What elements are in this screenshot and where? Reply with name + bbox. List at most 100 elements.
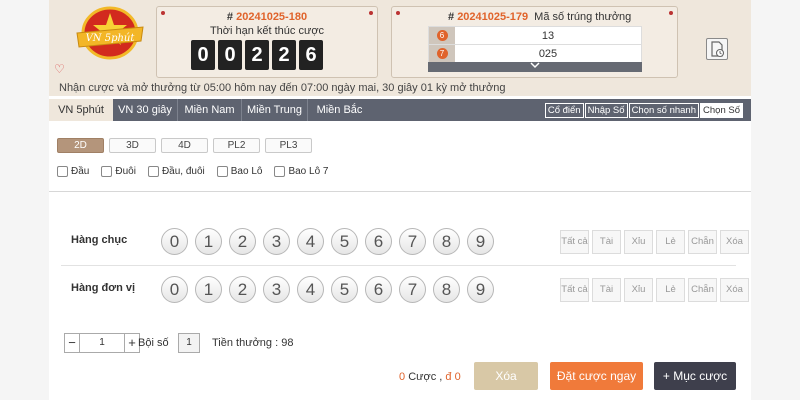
number-ball[interactable]: 5	[331, 276, 358, 303]
quick-small-button[interactable]: Xỉu	[624, 278, 653, 302]
previous-result-box: # 20241025-179 Mã số trúng thưởng 6 13 7 …	[391, 6, 678, 78]
number-ball[interactable]: 7	[399, 276, 426, 303]
tab-mien-trung[interactable]: Miền Trung	[241, 99, 307, 121]
bet-options: Đầu Đuôi Đầu, đuôi Bao Lô Bao Lô 7	[57, 166, 341, 177]
option-dau[interactable]: Đầu	[57, 166, 89, 177]
mode-chon-so-nhanh[interactable]: Chọn số nhanh	[628, 103, 700, 118]
number-balls: 0 1 2 3 4 5 6 7 8 9	[161, 228, 494, 255]
quick-even-button[interactable]: Chẵn	[688, 278, 717, 302]
mode-co-dien[interactable]: Cổ điển	[544, 103, 584, 118]
clear-button[interactable]: Xóa	[474, 362, 538, 390]
bet-list-button[interactable]: + Mục cược	[654, 362, 736, 390]
type-3d[interactable]: 3D	[109, 138, 156, 153]
number-ball[interactable]: 1	[195, 228, 222, 255]
number-ball[interactable]: 7	[399, 228, 426, 255]
number-ball[interactable]: 1	[195, 276, 222, 303]
schedule-notice: Nhận cược và mở thưởng từ 05:00 hôm nay …	[59, 82, 506, 94]
result-value: 025	[538, 47, 558, 60]
quick-odd-button[interactable]: Lẻ	[656, 278, 685, 302]
header: VN 5phút ♡ # 20241025-180 Thời hạn kết t…	[49, 0, 751, 96]
number-ball[interactable]: 4	[297, 228, 324, 255]
place-bet-button[interactable]: Đặt cược ngay	[550, 362, 643, 390]
option-dau-duoi[interactable]: Đầu, đuôi	[147, 166, 205, 177]
number-ball[interactable]: 9	[467, 276, 494, 303]
checkbox[interactable]	[101, 166, 113, 177]
result-row: 7 025	[428, 44, 642, 62]
row-label: Hàng đơn vị	[71, 282, 136, 294]
prize-info: Tiền thưởng : 98	[212, 337, 294, 349]
option-duoi[interactable]: Đuôi	[101, 166, 136, 177]
quick-odd-button[interactable]: Lẻ	[656, 230, 685, 254]
result-list: 6 13 7 025	[428, 26, 642, 72]
expand-results-toggle[interactable]	[428, 62, 642, 72]
lottery-panel: VN 5phút ♡ # 20241025-180 Thời hạn kết t…	[49, 0, 751, 400]
quick-big-button[interactable]: Tài	[592, 230, 621, 254]
checkbox[interactable]	[147, 166, 159, 177]
tab-mien-nam[interactable]: Miền Nam	[177, 99, 241, 121]
divider	[61, 265, 736, 266]
tab-vn-30-giay[interactable]: VN 30 giây	[113, 99, 177, 121]
checkbox[interactable]	[57, 166, 68, 177]
corner-dot	[396, 11, 400, 15]
prize-badge: 6	[436, 30, 448, 41]
countdown-digit: 2	[272, 40, 296, 70]
current-issue-box: # 20241025-180 Thời hạn kết thúc cược 0 …	[156, 6, 378, 78]
type-2d[interactable]: 2D	[57, 138, 104, 153]
type-pl3[interactable]: PL3	[265, 138, 312, 153]
mode-nhap-so[interactable]: Nhập Số	[584, 103, 628, 118]
document-clock-icon	[711, 41, 725, 58]
number-ball[interactable]: 0	[161, 228, 188, 255]
number-ball[interactable]: 3	[263, 228, 290, 255]
number-ball[interactable]: 0	[161, 276, 188, 303]
checkbox[interactable]	[274, 166, 286, 177]
quick-small-button[interactable]: Xỉu	[624, 230, 653, 254]
option-bao-lo-7[interactable]: Bao Lô 7	[274, 166, 329, 177]
option-bao-lo[interactable]: Bao Lô	[216, 166, 262, 177]
quick-clear-button[interactable]: Xóa	[720, 230, 749, 254]
bet-types: 2D 3D 4D PL2 PL3	[57, 138, 312, 153]
tab-vn-5phut[interactable]: VN 5phút	[49, 99, 113, 121]
chevron-down-icon[interactable]	[530, 62, 540, 69]
number-ball[interactable]: 6	[365, 276, 392, 303]
multiplier-input[interactable]: 1	[178, 333, 200, 353]
bet-count: 0	[399, 371, 406, 383]
currency-symbol: đ	[445, 371, 452, 383]
corner-dot	[669, 11, 673, 15]
quick-select: Tất cả Tài Xỉu Lẻ Chẵn Xóa	[560, 230, 749, 254]
quick-all-button[interactable]: Tất cả	[560, 278, 589, 302]
game-tabs: VN 5phút VN 30 giây Miền Nam Miền Trung …	[49, 99, 751, 121]
quick-all-button[interactable]: Tất cả	[560, 230, 589, 254]
quick-big-button[interactable]: Tài	[592, 278, 621, 302]
decrement-button[interactable]: −	[64, 333, 80, 353]
number-ball[interactable]: 8	[433, 276, 460, 303]
number-ball[interactable]: 8	[433, 228, 460, 255]
type-4d[interactable]: 4D	[161, 138, 208, 153]
number-ball[interactable]: 3	[263, 276, 290, 303]
prize-badge: 7	[436, 48, 448, 59]
type-pl2[interactable]: PL2	[213, 138, 260, 153]
row-label: Hàng chục	[71, 234, 128, 246]
quick-even-button[interactable]: Chẵn	[688, 230, 717, 254]
bet-amount: 0	[454, 371, 461, 383]
countdown-digit: 6	[299, 40, 323, 70]
quick-clear-button[interactable]: Xóa	[720, 278, 749, 302]
digit-row-tens: Hàng chục 0 1 2 3 4 5 6 7 8 9 Tất cả Tài…	[61, 221, 749, 261]
prize-value: 98	[281, 337, 294, 349]
number-ball[interactable]: 2	[229, 276, 256, 303]
number-ball[interactable]: 4	[297, 276, 324, 303]
number-balls: 0 1 2 3 4 5 6 7 8 9	[161, 276, 494, 303]
favorite-icon[interactable]: ♡	[54, 62, 65, 76]
tab-mien-bac[interactable]: Miền Bắc	[307, 99, 371, 121]
quantity-input[interactable]: 1	[80, 333, 124, 353]
number-ball[interactable]: 2	[229, 228, 256, 255]
checkbox[interactable]	[216, 166, 228, 177]
history-button[interactable]	[706, 38, 728, 60]
number-ball[interactable]: 9	[467, 228, 494, 255]
countdown-digit: 2	[245, 40, 269, 70]
number-ball[interactable]: 5	[331, 228, 358, 255]
winning-number-label: Mã số trúng thưởng	[534, 11, 632, 23]
number-ball[interactable]: 6	[365, 228, 392, 255]
countdown-digit: 0	[218, 40, 242, 70]
mode-chon-so[interactable]: Chọn Số	[700, 103, 743, 118]
quick-select: Tất cả Tài Xỉu Lẻ Chẵn Xóa	[560, 278, 749, 302]
